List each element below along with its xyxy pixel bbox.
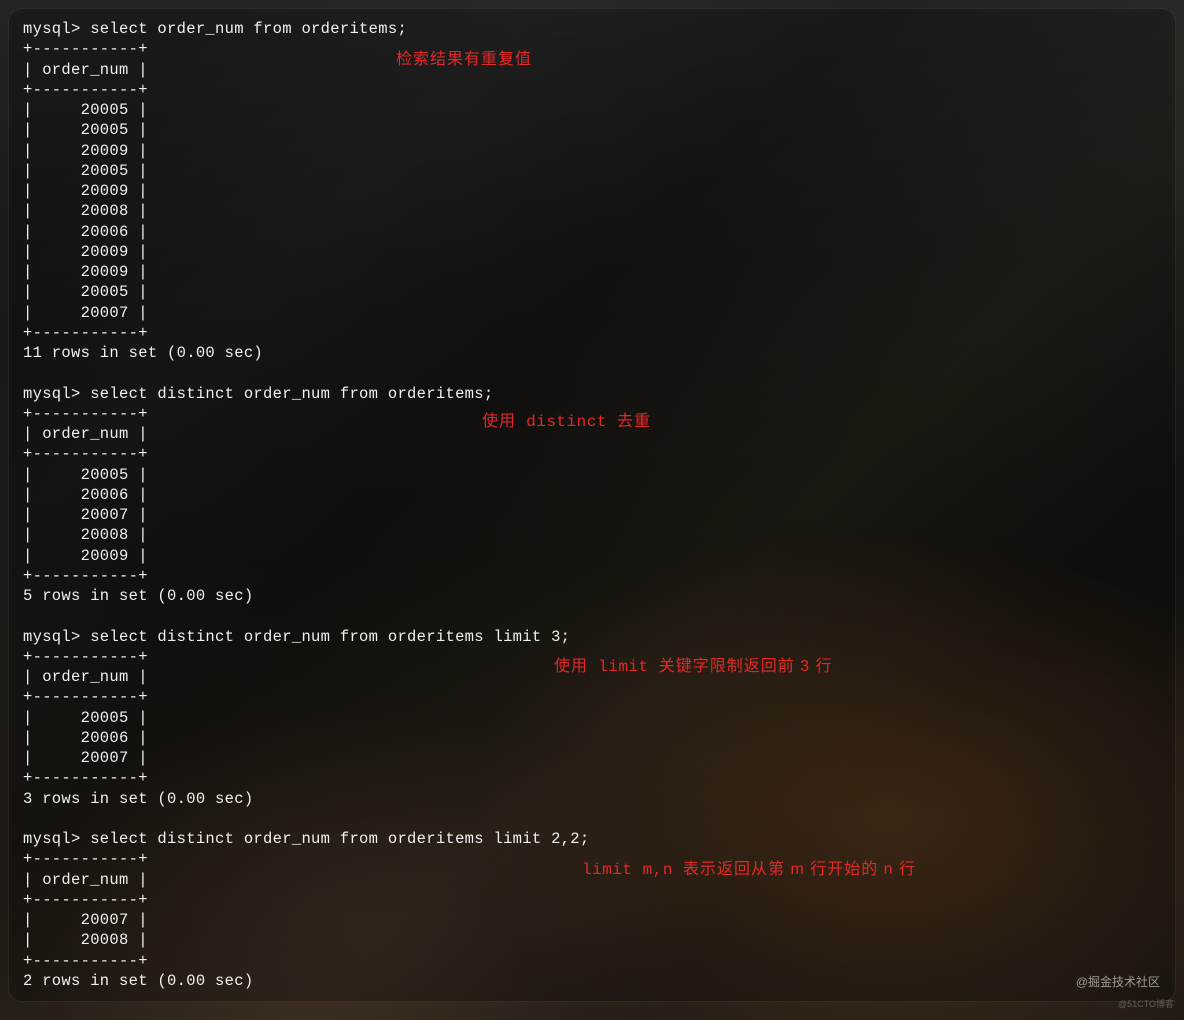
terminal-window: mysql> select order_num from orderitems;… [8, 8, 1176, 1002]
watermark-juejin: @掘金技术社区 [1076, 972, 1160, 992]
watermark-51cto: @51CTO博客 [1118, 994, 1174, 1014]
terminal-output: mysql> select order_num from orderitems;… [23, 19, 1161, 991]
annotation-distinct: 使用 distinct 去重 [482, 412, 651, 432]
annotation-limit-mn: limit m,n 表示返回从第 m 行开始的 n 行 [582, 860, 916, 880]
annotation-limit: 使用 limit 关键字限制返回前 3 行 [554, 657, 833, 677]
annotation-duplicate: 检索结果有重复值 [396, 50, 532, 70]
